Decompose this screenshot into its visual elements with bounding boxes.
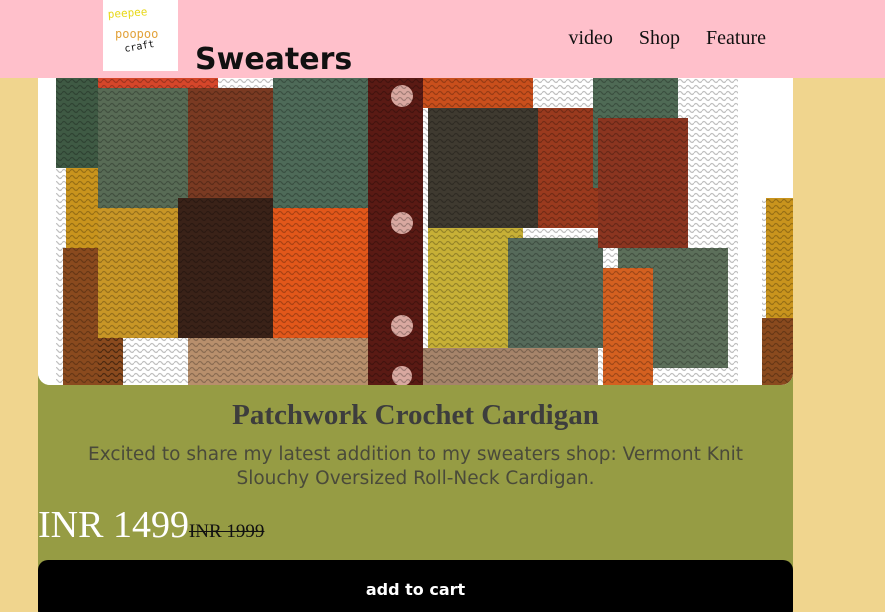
main-nav: video Shop Feature [568,24,766,52]
cardigan-illustration [38,78,793,385]
svg-text:peepee: peepee [107,5,148,21]
logo-image: peepee poopoo craft [107,5,158,55]
product-price: INR 1499 [38,504,189,546]
product-title: Patchwork Crochet Cardigan [232,399,599,431]
add-to-cart-button[interactable]: add to cart [38,560,793,612]
product-description: Excited to share my latest addition to m… [88,444,743,489]
nav-link-video[interactable]: video [568,24,612,52]
nav-link-feature[interactable]: Feature [706,24,766,52]
logo[interactable]: peepee poopoo craft [103,0,178,71]
product-card: Patchwork Crochet Cardigan Excited to sh… [38,78,793,612]
svg-text:craft: craft [124,39,156,55]
price-row: INR 1499 INR 1999 [38,502,264,548]
nav-link-shop[interactable]: Shop [639,24,680,52]
original-price: INR 1999 [188,521,265,542]
page-title: Sweaters [195,42,353,77]
product-image[interactable] [38,78,793,385]
site-header: peepee poopoo craft Sweaters video Shop … [0,0,885,78]
